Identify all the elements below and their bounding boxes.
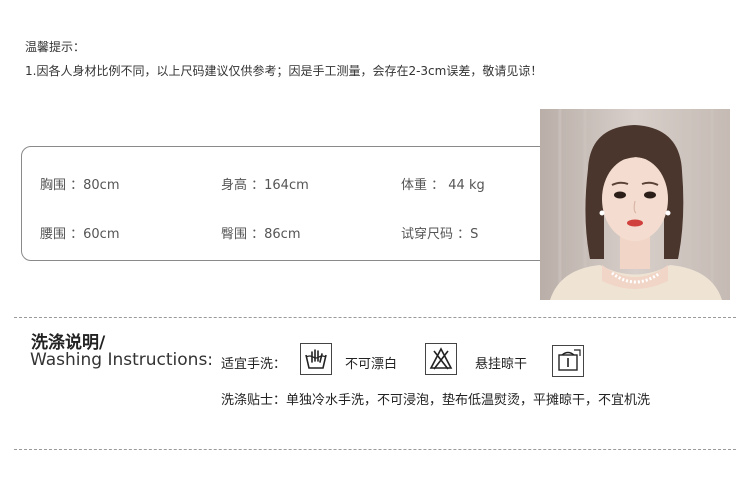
tips-line: 1.因各人身材比例不同，以上尺码建议仅供参考；因是手工测量，会存在2-3cm误差… — [25, 64, 543, 78]
hang-dry-label: 悬挂晾干 — [475, 357, 528, 372]
waist-measurement: 腰围 ：60cm — [40, 227, 120, 242]
no-bleach-label: 不可漂白 — [345, 357, 398, 372]
size-measurement: 试穿尺码 ：S — [401, 227, 479, 242]
weight-measurement: 体重 ： 44 kg — [401, 178, 485, 193]
divider-bottom — [14, 449, 736, 450]
chest-measurement: 胸围 ：80cm — [40, 178, 120, 193]
tips-title: 温馨提示： — [25, 40, 86, 54]
hand-wash-icon — [300, 343, 332, 375]
height-measurement: 身高 ：164cm — [221, 178, 309, 193]
model-photo — [540, 109, 730, 300]
measurement-box: 胸围 ：80cm 身高 ：164cm 体重 ： 44 kg 腰围 ：60cm 臀… — [21, 146, 581, 261]
hang-dry-icon — [552, 345, 584, 377]
suitable-label: 适宜手洗： — [221, 357, 287, 372]
no-bleach-icon — [425, 343, 457, 375]
divider-top — [14, 317, 736, 318]
washing-title-en: Washing Instructions: — [30, 350, 214, 370]
washing-tips: 洗涤贴士：单独冷水手洗，不可浸泡，垫布低温熨烫，平摊晾干，不宜机洗 — [221, 393, 651, 408]
hip-measurement: 臀围 ：86cm — [221, 227, 301, 242]
